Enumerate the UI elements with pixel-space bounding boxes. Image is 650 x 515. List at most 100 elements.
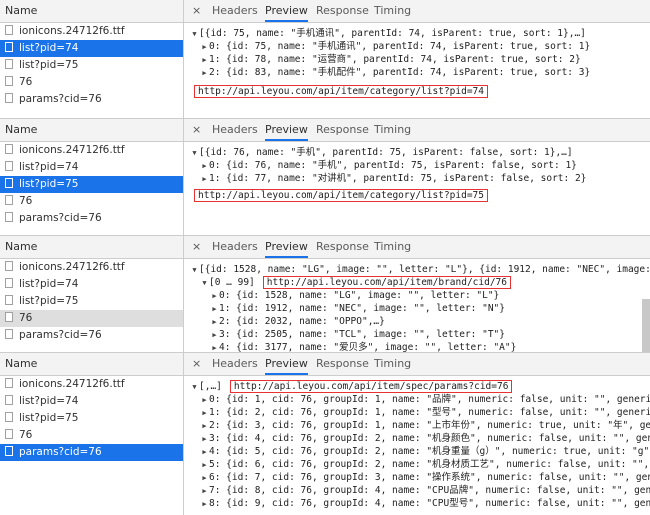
request-name: params?cid=76: [19, 212, 102, 224]
json-line[interactable]: ▶ 1: {id: 78, name: "运营商", parentId: 74, …: [190, 53, 650, 66]
tab-headers[interactable]: Headers: [212, 0, 258, 22]
file-icon: [5, 295, 13, 305]
close-icon[interactable]: ×: [192, 357, 201, 370]
tab-response[interactable]: Response: [316, 119, 369, 141]
request-name: list?pid=74: [19, 161, 79, 173]
json-line[interactable]: ▶ 5: {id: 6, cid: 76, groupId: 2, name: "…: [190, 458, 650, 471]
json-line[interactable]: ▶ 2: {id: 2032, name: "OPPO",…}: [190, 315, 650, 328]
tab-timing[interactable]: Timing: [374, 236, 411, 258]
name-column-header[interactable]: Name: [0, 119, 183, 142]
expanded-arrow-icon[interactable]: ▼: [190, 264, 199, 277]
tab-preview[interactable]: Preview: [265, 353, 308, 375]
tab-response[interactable]: Response: [316, 353, 369, 375]
request-row[interactable]: 76: [0, 74, 183, 91]
request-name: params?cid=76: [19, 446, 102, 458]
request-row[interactable]: params?cid=76: [0, 91, 183, 108]
request-row[interactable]: list?pid=75: [0, 410, 183, 427]
close-icon[interactable]: ×: [192, 240, 201, 253]
json-line[interactable]: ▶ 4: {id: 3177, name: "爱贝多", image: "", l…: [190, 341, 650, 352]
request-row[interactable]: list?pid=75: [0, 57, 183, 74]
tab-response[interactable]: Response: [316, 236, 369, 258]
json-line[interactable]: ▶ 1: {id: 2, cid: 76, groupId: 1, name: "…: [190, 406, 650, 419]
close-icon[interactable]: ×: [192, 4, 201, 17]
name-column-header[interactable]: Name: [0, 236, 183, 259]
request-url-annotation: http://api.leyou.com/api/item/category/l…: [194, 189, 488, 202]
request-row[interactable]: list?pid=75: [0, 176, 183, 193]
request-row[interactable]: ionicons.24712f6.ttf: [0, 376, 183, 393]
request-row[interactable]: 76: [0, 427, 183, 444]
json-line[interactable]: ▶ 0: {id: 75, name: "手机通讯", parentId: 74,…: [190, 40, 650, 53]
preview-content: ▼ [{id: 76, name: "手机", parentId: 75, isP…: [184, 142, 650, 235]
scrollbar-thumb[interactable]: [642, 299, 650, 352]
name-column-header[interactable]: Name: [0, 0, 183, 23]
request-row[interactable]: params?cid=76: [0, 444, 183, 461]
json-line[interactable]: ▼ [{id: 1528, name: "LG", image: "", lett…: [190, 263, 650, 276]
request-list: Name ionicons.24712f6.ttf list?pid=74 list?…: [0, 353, 184, 515]
json-line[interactable]: ▼ [{id: 76, name: "手机", parentId: 75, isP…: [190, 146, 650, 159]
collapsed-arrow-icon[interactable]: ▶: [200, 498, 209, 511]
request-row[interactable]: ionicons.24712f6.ttf: [0, 259, 183, 276]
json-line[interactable]: ▶ 0: {id: 1, cid: 76, groupId: 1, name: "…: [190, 393, 650, 406]
name-column-header[interactable]: Name: [0, 353, 183, 376]
request-row[interactable]: ionicons.24712f6.ttf: [0, 23, 183, 40]
collapsed-arrow-icon[interactable]: ▶: [200, 173, 209, 186]
request-detail: × Headers Preview Response Timing ▼ [{id: 75, …: [184, 0, 650, 118]
request-list: Name ionicons.24712f6.ttf list?pid=74 list?…: [0, 0, 184, 118]
expanded-arrow-icon[interactable]: ▼: [190, 28, 199, 41]
request-row[interactable]: 76: [0, 193, 183, 210]
url-line: http://api.leyou.com/api/item/category/l…: [190, 85, 650, 98]
file-icon: [5, 93, 13, 103]
expanded-arrow-icon[interactable]: ▼: [190, 381, 199, 394]
request-name: list?pid=74: [19, 395, 79, 407]
tab-headers[interactable]: Headers: [212, 119, 258, 141]
tab-timing[interactable]: Timing: [374, 119, 411, 141]
tab-preview[interactable]: Preview: [265, 0, 308, 22]
request-row[interactable]: list?pid=74: [0, 393, 183, 410]
json-line[interactable]: ▶ 2: {id: 83, name: "手机配件", parentId: 74,…: [190, 66, 650, 79]
collapsed-arrow-icon[interactable]: ▶: [210, 342, 219, 352]
tab-preview[interactable]: Preview: [265, 236, 308, 258]
json-line[interactable]: ▶ 3: {id: 2505, name: "TCL", image: "", l…: [190, 328, 650, 341]
tab-headers[interactable]: Headers: [212, 353, 258, 375]
json-text: 1: {id: 2, cid: 76, groupId: 1, name: "型…: [209, 407, 650, 418]
request-row[interactable]: 76: [0, 310, 183, 327]
json-line[interactable]: ▶ 1: {id: 1912, name: "NEC", image: "", l…: [190, 302, 650, 315]
json-line[interactable]: ▶ 4: {id: 5, cid: 76, groupId: 2, name: "…: [190, 445, 650, 458]
request-row[interactable]: list?pid=75: [0, 293, 183, 310]
tab-timing[interactable]: Timing: [374, 0, 411, 22]
json-line[interactable]: ▶ 3: {id: 4, cid: 76, groupId: 2, name: "…: [190, 432, 650, 445]
json-line[interactable]: ▼ [{id: 75, name: "手机通讯", parentId: 74, i…: [190, 27, 650, 40]
file-icon: [5, 25, 13, 35]
json-text: [{id: 1528, name: "LG", image: "", lette…: [199, 264, 650, 275]
json-line[interactable]: ▶ 0: {id: 76, name: "手机", parentId: 75, i…: [190, 159, 650, 172]
request-detail: × Headers Preview Response Timing ▼ [{id: 1528…: [184, 236, 650, 352]
request-row[interactable]: list?pid=74: [0, 159, 183, 176]
json-text: 0: {id: 76, name: "手机", parentId: 75, is…: [209, 160, 577, 171]
close-icon[interactable]: ×: [192, 123, 201, 136]
json-line[interactable]: ▶ 8: {id: 9, cid: 76, groupId: 4, name: "…: [190, 497, 650, 510]
request-row[interactable]: list?pid=74: [0, 276, 183, 293]
expanded-arrow-icon[interactable]: ▼: [200, 277, 209, 290]
tab-response[interactable]: Response: [316, 0, 369, 22]
json-text: [,…]: [199, 381, 222, 392]
json-line[interactable]: ▶ 1: {id: 77, name: "对讲机", parentId: 75, …: [190, 172, 650, 185]
json-line[interactable]: ▼ [,…] http://api.leyou.com/api/item/spec/…: [190, 380, 650, 393]
file-icon: [5, 378, 13, 388]
json-line[interactable]: ▼ [0 … 99] http://api.leyou.com/api/item/b…: [190, 276, 650, 289]
json-text: 2: {id: 2032, name: "OPPO",…}: [219, 316, 385, 327]
json-line[interactable]: ▶ 7: {id: 8, cid: 76, groupId: 4, name: "…: [190, 484, 650, 497]
request-row[interactable]: ionicons.24712f6.ttf: [0, 142, 183, 159]
request-row[interactable]: list?pid=74: [0, 40, 183, 57]
json-line[interactable]: ▶ 6: {id: 7, cid: 76, groupId: 3, name: "…: [190, 471, 650, 484]
tab-preview[interactable]: Preview: [265, 119, 308, 141]
collapsed-arrow-icon[interactable]: ▶: [200, 67, 209, 80]
request-detail: × Headers Preview Response Timing ▼ [{id: 76, …: [184, 119, 650, 235]
tab-timing[interactable]: Timing: [374, 353, 411, 375]
request-row[interactable]: params?cid=76: [0, 327, 183, 344]
json-line[interactable]: ▶ 0: {id: 1528, name: "LG", image: "", le…: [190, 289, 650, 302]
expanded-arrow-icon[interactable]: ▼: [190, 147, 199, 160]
request-row[interactable]: params?cid=76: [0, 210, 183, 227]
request-name: 76: [19, 429, 33, 441]
tab-headers[interactable]: Headers: [212, 236, 258, 258]
json-line[interactable]: ▶ 2: {id: 3, cid: 76, groupId: 1, name: "…: [190, 419, 650, 432]
